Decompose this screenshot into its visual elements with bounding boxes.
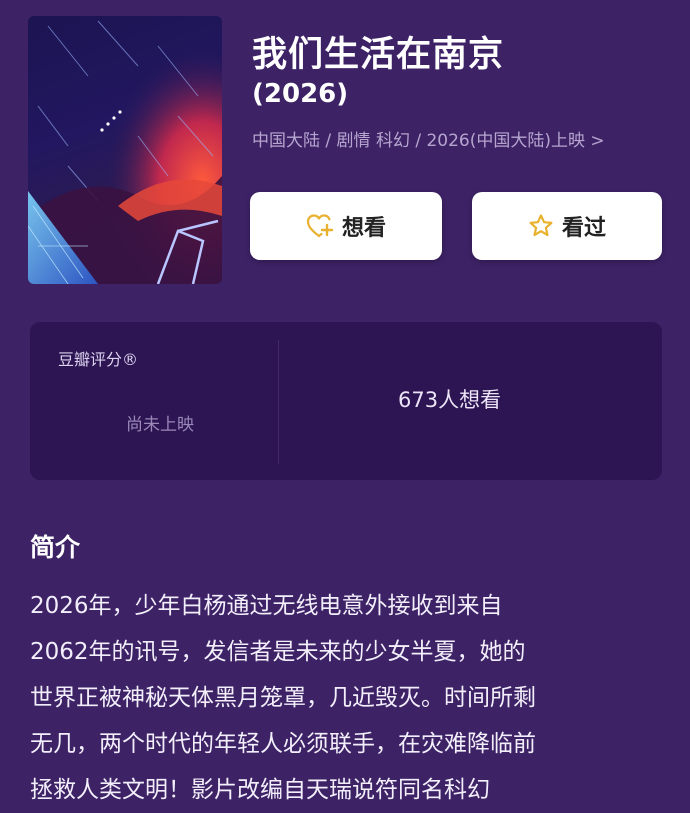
poster-artwork [28, 16, 222, 284]
want-to-watch-button[interactable]: 想看 [250, 192, 442, 260]
want-to-watch-count[interactable]: 673人想看 [398, 384, 501, 414]
douban-rating-label: 豆瓣评分® [58, 350, 139, 369]
intro-line: 2062年的讯号，发信者是未来的少女半夏，她的 [30, 639, 526, 665]
rating-divider [278, 340, 279, 464]
intro-line: 无几，两个时代的年轻人必须联手，在灾难降临前 [30, 731, 536, 757]
intro-heading: 简介 [30, 533, 81, 562]
movie-year: (2026) [252, 79, 349, 109]
rating-card: 豆瓣评分® 尚未上映 673人想看 [30, 322, 662, 480]
rating-status: 尚未上映 [126, 415, 194, 435]
star-icon [529, 214, 553, 237]
want-to-watch-label: 想看 [341, 216, 386, 241]
intro-line: 世界正被神秘天体黑月笼罩，几近毁灭。时间所剩 [30, 685, 536, 711]
movie-title: 我们生活在南京 [252, 35, 505, 75]
watched-label: 看过 [561, 216, 606, 241]
intro-text: 2026年，少年白杨通过无线电意外接收到来自 2062年的讯号，发信者是未来的少… [30, 583, 668, 813]
watched-button[interactable]: 看过 [472, 192, 662, 260]
movie-meta-link[interactable]: 中国大陆 / 剧情 科幻 / 2026(中国大陆)上映 > [252, 130, 662, 152]
heart-plus-icon [306, 214, 334, 238]
intro-line: 拯救人类文明！影片改编自天瑞说符同名科幻 [30, 777, 490, 803]
movie-poster[interactable] [28, 16, 222, 284]
intro-line: 2026年，少年白杨通过无线电意外接收到来自 [30, 593, 503, 619]
